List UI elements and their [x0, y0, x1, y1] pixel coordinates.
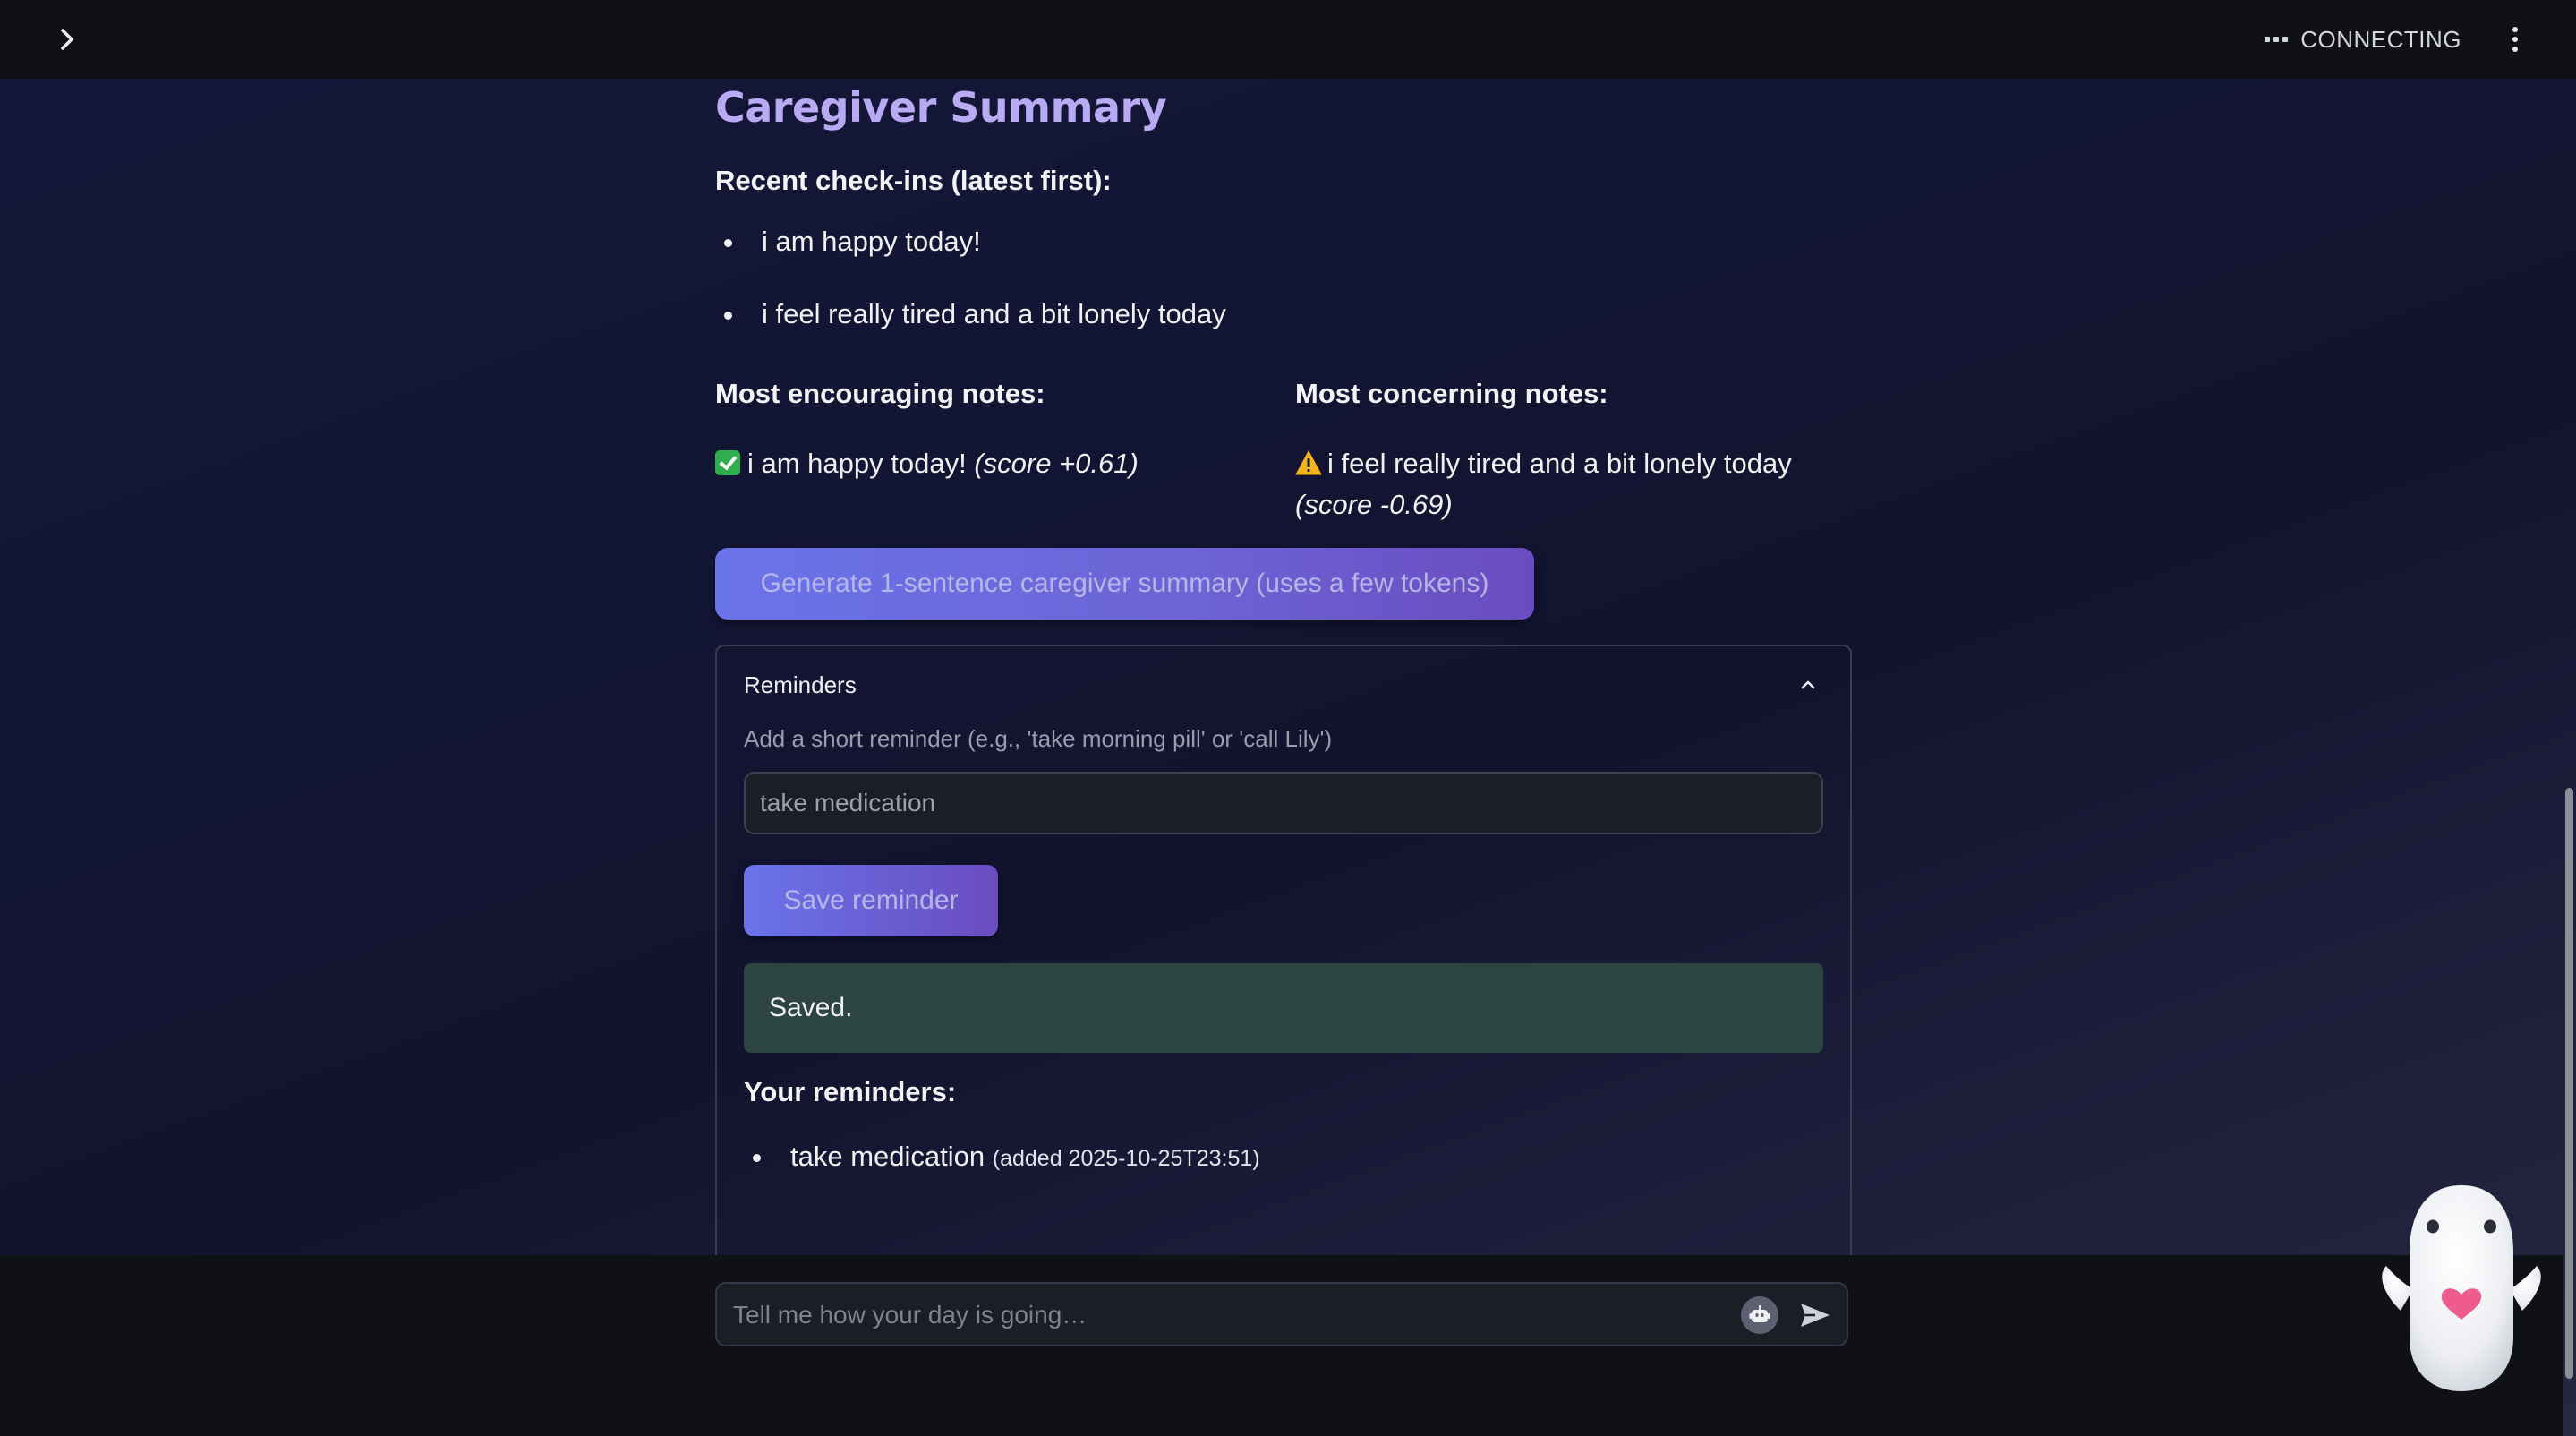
kebab-menu-icon	[2512, 27, 2518, 32]
chat-input[interactable]	[731, 1284, 1719, 1346]
ellipsis-icon	[2265, 37, 2289, 42]
reminders-panel: Reminders Add a short reminder (e.g., 't…	[715, 645, 1852, 1291]
reminder-input[interactable]	[744, 772, 1823, 834]
generate-summary-button[interactable]: Generate 1-sentence caregiver summary (u…	[715, 548, 1534, 620]
concerning-notes: Most concerning notes: i feel really tir…	[1295, 376, 1832, 526]
warning-icon	[1295, 450, 1322, 475]
encouraging-notes: Most encouraging notes: i am happy today…	[715, 376, 1252, 484]
saved-alert-text: Saved.	[769, 993, 853, 1022]
connection-status-label: CONNECTING	[2300, 25, 2461, 53]
ghost-mascot-icon[interactable]	[2374, 1176, 2549, 1397]
scrollbar-thumb[interactable]	[2565, 788, 2573, 1379]
send-button[interactable]	[1796, 1296, 1834, 1334]
list-item: take medication (added 2025-10-25T23:51)	[744, 1139, 1260, 1176]
encouraging-note: i am happy today! (score +0.61)	[715, 443, 1252, 484]
send-icon	[1801, 1304, 1830, 1327]
chat-input-bar	[0, 1255, 2563, 1436]
encouraging-note-score: (score +0.61)	[974, 448, 1139, 479]
bot-button[interactable]	[1741, 1296, 1778, 1334]
reminders-list: take medication (added 2025-10-25T23:51)	[744, 1139, 1260, 1176]
recent-checkins-list: i am happy today! i feel really tired an…	[715, 224, 1226, 369]
reminder-added-date: (added 2025-10-25T23:51)	[992, 1146, 1260, 1171]
connection-status: CONNECTING	[2265, 23, 2461, 56]
chevron-up-icon[interactable]	[1793, 670, 1823, 700]
your-reminders-heading: Your reminders:	[744, 1076, 957, 1107]
reminder-text: take medication	[790, 1141, 985, 1172]
check-mark-icon	[715, 450, 740, 475]
robot-icon	[1749, 1305, 1770, 1322]
chevron-right-icon	[61, 29, 73, 50]
page-title: Caregiver Summary	[715, 83, 1167, 132]
reminders-header[interactable]: Reminders	[744, 671, 857, 699]
main-menu-button[interactable]	[2499, 23, 2531, 56]
concerning-note: i feel really tired and a bit lonely tod…	[1295, 443, 1832, 526]
encouraging-note-text: i am happy today!	[747, 448, 967, 479]
save-reminder-button[interactable]: Save reminder	[744, 865, 998, 936]
top-bar: CONNECTING	[0, 0, 2576, 79]
recent-checkins-heading: Recent check-ins (latest first):	[715, 165, 1112, 196]
chat-input-container	[715, 1282, 1848, 1346]
saved-alert: Saved.	[744, 963, 1823, 1053]
sidebar-toggle-button[interactable]	[49, 21, 85, 57]
reminder-input-label: Add a short reminder (e.g., 'take mornin…	[744, 725, 1333, 752]
concerning-note-text: i feel really tired and a bit lonely tod…	[1327, 448, 1792, 479]
concerning-note-score: (score -0.69)	[1295, 489, 1453, 520]
list-item: i feel really tired and a bit lonely tod…	[715, 296, 1226, 369]
encouraging-notes-heading: Most encouraging notes:	[715, 378, 1045, 409]
concerning-notes-heading: Most concerning notes:	[1295, 378, 1608, 409]
list-item: i am happy today!	[715, 224, 1226, 296]
